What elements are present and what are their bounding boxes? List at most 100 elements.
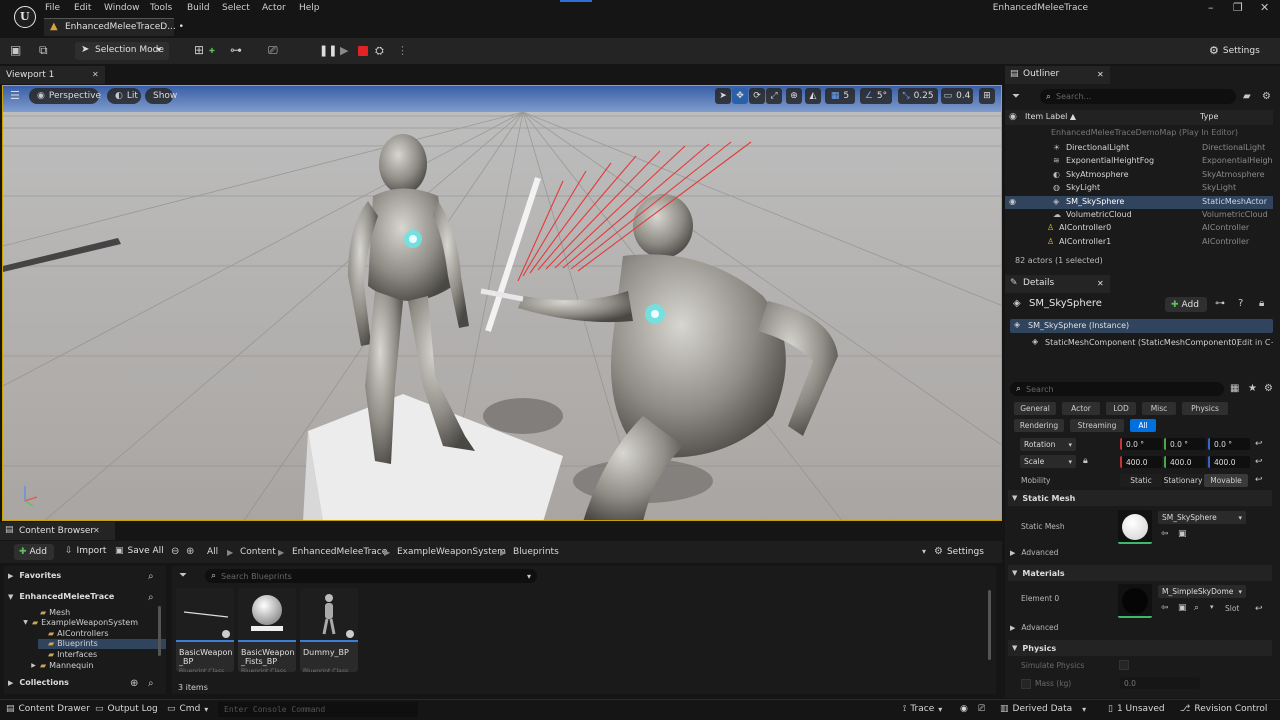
filter-rendering[interactable]: Rendering bbox=[1014, 419, 1064, 432]
material-dropdown[interactable]: M_SimpleSkyDome ▾ bbox=[1158, 585, 1246, 598]
outliner-row[interactable]: ◐ SkyAtmosphere SkyAtmosphere bbox=[1005, 169, 1273, 182]
menu-actor[interactable]: Actor bbox=[262, 3, 286, 13]
search-asset-icon[interactable]: ⌕ bbox=[1194, 603, 1199, 613]
grid-snap-button[interactable]: ▦ 5 bbox=[825, 88, 855, 104]
lock-icon[interactable]: 🔒︎ bbox=[1083, 456, 1088, 466]
edit-cpp-link[interactable]: Edit in C++ bbox=[1237, 338, 1273, 347]
mobility-stationary[interactable]: Stationary bbox=[1164, 474, 1202, 487]
filter-lod[interactable]: LOD bbox=[1106, 402, 1136, 415]
details-tab[interactable]: ✎ Details ✕ bbox=[1005, 275, 1110, 293]
advanced-toggle-2[interactable]: ▶ Advanced bbox=[1010, 623, 1058, 632]
favorites-header[interactable]: ▶ Favorites bbox=[8, 571, 163, 580]
revision-control-button[interactable]: ⎇ Revision Control bbox=[1180, 704, 1267, 714]
add-actor-icon[interactable]: ⊞ bbox=[194, 43, 204, 57]
outliner-tab[interactable]: ▤ Outliner ✕ bbox=[1005, 66, 1110, 84]
back-icon[interactable]: ⊖ bbox=[171, 546, 179, 557]
close-window-icon[interactable]: ✕ bbox=[1260, 1, 1269, 14]
outliner-row[interactable]: ≋ ExponentialHeightFog ExponentialHeigh bbox=[1005, 155, 1273, 168]
advanced-toggle[interactable]: ▶ Advanced bbox=[1010, 548, 1058, 557]
camera-speed-button[interactable]: ▭ 0.4 bbox=[941, 88, 973, 104]
asset-basicweapon-bp[interactable]: BasicWeapon_BP Blueprint Class bbox=[176, 588, 234, 672]
filter-all[interactable]: All bbox=[1130, 419, 1156, 432]
close-tab-icon[interactable]: ✕ bbox=[92, 70, 99, 79]
folder-add-icon[interactable]: ▰ bbox=[1243, 91, 1251, 102]
mass-input[interactable]: 0.0 bbox=[1120, 677, 1200, 689]
tree-item[interactable]: ▰ Mesh bbox=[30, 607, 70, 617]
select-tool-icon[interactable]: ➤ bbox=[715, 88, 731, 104]
outliner-row[interactable]: ☁ VolumetricCloud VolumetricCloud bbox=[1005, 209, 1273, 222]
asset-search[interactable]: ⌕ Search Blueprints ▾ bbox=[205, 569, 537, 583]
content-drawer-button[interactable]: ▤ Content Drawer bbox=[6, 704, 90, 714]
scale-x-input[interactable]: 400.0 bbox=[1120, 456, 1162, 468]
instance-row[interactable]: ◈ SM_SkySphere (Instance) bbox=[1010, 319, 1273, 333]
materials-section[interactable]: ▼ Materials bbox=[1008, 565, 1272, 581]
physics-section[interactable]: ▼ Physics bbox=[1008, 640, 1272, 656]
forward-icon[interactable]: ⊕ bbox=[186, 546, 194, 557]
console-input[interactable]: Enter Console Command bbox=[218, 702, 418, 717]
chevron-down-icon[interactable]: ▾ bbox=[527, 572, 531, 581]
use-selected-icon[interactable]: ▣ bbox=[1178, 603, 1187, 613]
filter-misc[interactable]: Misc bbox=[1142, 402, 1176, 415]
mobility-static[interactable]: Static bbox=[1120, 474, 1162, 487]
simulate-physics-checkbox[interactable] bbox=[1119, 660, 1129, 670]
asset-search-input[interactable]: Search Blueprints bbox=[221, 572, 292, 581]
world-space-icon[interactable]: ⊕ bbox=[786, 88, 802, 104]
details-add-button[interactable]: ✚ Add bbox=[1165, 297, 1207, 312]
search-icon[interactable]: ⌕ bbox=[148, 571, 154, 582]
minimize-icon[interactable]: – bbox=[1208, 1, 1214, 14]
cb-import-button[interactable]: ⇩ Import bbox=[65, 546, 106, 556]
maximize-icon[interactable]: ❐ bbox=[1233, 1, 1243, 14]
pause-icon[interactable]: ❚❚ bbox=[319, 44, 337, 57]
details-search[interactable]: ⌕ Search bbox=[1010, 382, 1224, 396]
screenshot-icon[interactable]: ⎚ bbox=[978, 704, 985, 714]
outliner-row[interactable]: ♙ AIController1 AIController bbox=[1005, 236, 1273, 249]
filter-icon[interactable]: ⏷ bbox=[179, 570, 187, 581]
breadcrumb-exampleweaponsystem[interactable]: ExampleWeaponSystem bbox=[397, 547, 506, 557]
close-tab-icon[interactable]: ✕ bbox=[1097, 279, 1104, 288]
menu-window[interactable]: Window bbox=[104, 3, 140, 13]
unsaved-button[interactable]: ▯ 1 Unsaved bbox=[1108, 704, 1165, 714]
assets-scrollbar[interactable] bbox=[988, 590, 991, 660]
material-thumbnail[interactable] bbox=[1118, 584, 1152, 618]
visibility-icon[interactable]: ◉ bbox=[1009, 112, 1017, 122]
hamburger-menu-icon[interactable]: ☰ bbox=[10, 89, 20, 102]
item-label-column[interactable]: Item Label ▲ bbox=[1025, 112, 1076, 121]
tree-item[interactable]: ▼ ▰ ExampleWeaponSystem bbox=[22, 618, 138, 628]
output-log-button[interactable]: ▭ Output Log bbox=[95, 704, 158, 714]
lock-icon[interactable]: 🔒︎ bbox=[1259, 298, 1264, 309]
rotation-y-input[interactable]: 0.0 ° bbox=[1164, 438, 1206, 450]
collections-header[interactable]: ▶ Collections bbox=[8, 678, 69, 687]
filter-streaming[interactable]: Streaming bbox=[1070, 419, 1124, 432]
more-icon[interactable]: ⋮ bbox=[397, 44, 408, 57]
help-icon[interactable]: ? bbox=[1238, 298, 1243, 309]
scale-dropdown[interactable]: Scale ▾ bbox=[1020, 455, 1076, 468]
viewport-3d[interactable] bbox=[2, 85, 1002, 521]
outliner-row[interactable]: ◉ ◈ SM_SkySphere StaticMeshActor bbox=[1005, 195, 1273, 209]
reset-icon[interactable]: ↩ bbox=[1255, 457, 1263, 467]
cb-settings-button[interactable]: ⚙ Settings bbox=[934, 546, 984, 557]
layout-icon[interactable]: ⊞ bbox=[979, 88, 995, 104]
menu-file[interactable]: File bbox=[45, 3, 60, 13]
mass-override-checkbox[interactable] bbox=[1021, 679, 1031, 689]
use-selected-icon[interactable]: ▣ bbox=[1178, 529, 1187, 539]
menu-help[interactable]: Help bbox=[299, 3, 320, 13]
rotate-tool-icon[interactable]: ⟳ bbox=[749, 88, 765, 104]
details-search-input[interactable]: Search bbox=[1026, 385, 1053, 394]
document-tab[interactable]: ▲ EnhancedMeleeTraceD... • bbox=[44, 18, 184, 36]
gear-icon[interactable]: ⚙ bbox=[1262, 91, 1271, 102]
content-browser-icon[interactable]: ⧉ bbox=[39, 43, 48, 58]
component-row[interactable]: ◈ StaticMeshComponent (StaticMeshCompone… bbox=[1010, 336, 1273, 350]
visibility-icon[interactable]: ◉ bbox=[1009, 197, 1016, 206]
chevron-down-icon[interactable]: ▾ bbox=[1210, 603, 1214, 611]
record-icon[interactable]: ◉ bbox=[960, 704, 968, 714]
tree-item[interactable]: ▶ ▰ Mannequin bbox=[30, 660, 93, 670]
outliner-map-row[interactable]: EnhancedMeleeTraceDemoMap (Play In Edito… bbox=[1005, 127, 1273, 140]
breadcrumb-content[interactable]: Content bbox=[240, 547, 276, 557]
mobility-movable[interactable]: Movable bbox=[1204, 474, 1248, 487]
type-column[interactable]: Type bbox=[1200, 112, 1218, 121]
reset-icon[interactable]: ↩ bbox=[1255, 475, 1263, 485]
chevron-down-icon[interactable]: ▾ bbox=[922, 547, 926, 556]
tree-item[interactable]: ▰ Interfaces bbox=[38, 649, 97, 659]
menu-edit[interactable]: Edit bbox=[74, 3, 91, 13]
settings-button[interactable]: ⚙ Settings bbox=[1209, 44, 1260, 57]
